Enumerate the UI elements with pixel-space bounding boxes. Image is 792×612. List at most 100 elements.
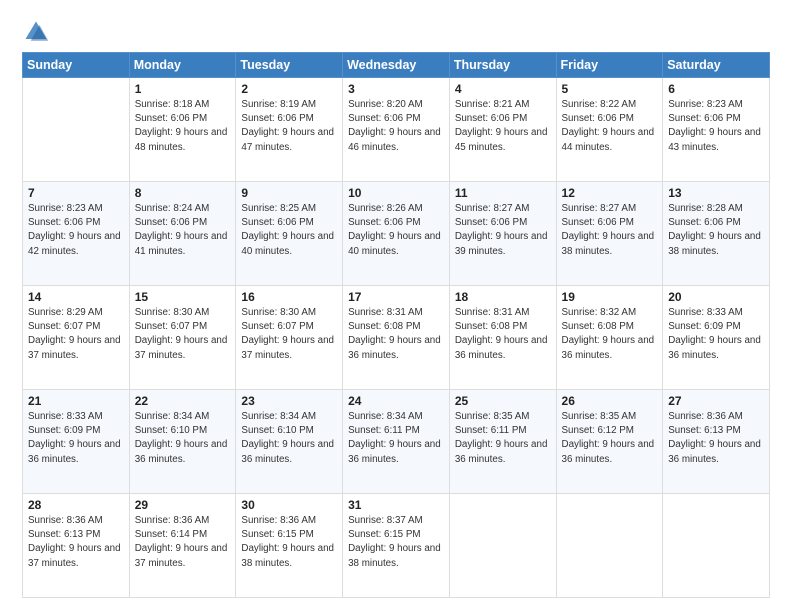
day-info: Sunrise: 8:37 AM Sunset: 6:15 PM Dayligh… (348, 514, 444, 571)
day-info: Sunrise: 8:35 AM Sunset: 6:12 PM Dayligh… (562, 410, 658, 467)
calendar-cell: 22 Sunrise: 8:34 AM Sunset: 6:10 PM Dayli… (129, 390, 236, 494)
calendar-cell: 13Sunrise: 8:28 AM Sunset: 6:06 PM Dayli… (663, 182, 770, 286)
calendar-cell: 24Sunrise: 8:34 AM Sunset: 6:11 PM Dayli… (343, 390, 450, 494)
day-info: Sunrise: 8:34 AM Sunset: 6:11 PM Dayligh… (348, 410, 444, 467)
day-info: Sunrise: 8:36 AM Sunset: 6:13 PM Dayligh… (668, 410, 764, 467)
calendar-cell: 31 Sunrise: 8:37 AM Sunset: 6:15 PM Dayli… (343, 494, 450, 598)
calendar-cell: 27Sunrise: 8:36 AM Sunset: 6:13 PM Dayli… (663, 390, 770, 494)
day-info: Sunrise: 8:32 AM Sunset: 6:08 PM Dayligh… (562, 306, 658, 363)
day-info: Sunrise: 8:26 AM Sunset: 6:06 PM Dayligh… (348, 202, 444, 259)
day-number: 6 (668, 82, 764, 96)
calendar-week-row: 14 Sunrise: 8:29 AM Sunset: 6:07 PM Dayli… (23, 286, 770, 390)
day-number: 28 (28, 498, 124, 512)
day-number: 8 (135, 186, 231, 200)
calendar-cell: 15 Sunrise: 8:30 AM Sunset: 6:07 PM Dayli… (129, 286, 236, 390)
calendar-cell: 18Sunrise: 8:31 AM Sunset: 6:08 PM Dayli… (449, 286, 556, 390)
weekday-header: Wednesday (343, 53, 450, 78)
day-info: Sunrise: 8:30 AM Sunset: 6:07 PM Dayligh… (241, 306, 337, 363)
calendar-cell: 12 Sunrise: 8:27 AM Sunset: 6:06 PM Dayli… (556, 182, 663, 286)
day-number: 30 (241, 498, 337, 512)
day-info: Sunrise: 8:28 AM Sunset: 6:06 PM Dayligh… (668, 202, 764, 259)
logo (22, 18, 54, 46)
day-number: 31 (348, 498, 444, 512)
calendar-cell (556, 494, 663, 598)
day-info: Sunrise: 8:29 AM Sunset: 6:07 PM Dayligh… (28, 306, 124, 363)
calendar-cell (23, 78, 130, 182)
day-info: Sunrise: 8:36 AM Sunset: 6:13 PM Dayligh… (28, 514, 124, 571)
calendar-cell: 29Sunrise: 8:36 AM Sunset: 6:14 PM Dayli… (129, 494, 236, 598)
calendar-cell: 30 Sunrise: 8:36 AM Sunset: 6:15 PM Dayli… (236, 494, 343, 598)
weekday-header: Monday (129, 53, 236, 78)
day-info: Sunrise: 8:19 AM Sunset: 6:06 PM Dayligh… (241, 98, 337, 155)
calendar-cell (663, 494, 770, 598)
day-number: 19 (562, 290, 658, 304)
day-info: Sunrise: 8:31 AM Sunset: 6:08 PM Dayligh… (455, 306, 551, 363)
calendar-cell: 2 Sunrise: 8:19 AM Sunset: 6:06 PM Daylig… (236, 78, 343, 182)
day-number: 26 (562, 394, 658, 408)
calendar-cell: 23Sunrise: 8:34 AM Sunset: 6:10 PM Dayli… (236, 390, 343, 494)
calendar-cell: 7 Sunrise: 8:23 AM Sunset: 6:06 PM Daylig… (23, 182, 130, 286)
day-info: Sunrise: 8:18 AM Sunset: 6:06 PM Dayligh… (135, 98, 231, 155)
day-info: Sunrise: 8:31 AM Sunset: 6:08 PM Dayligh… (348, 306, 444, 363)
day-number: 4 (455, 82, 551, 96)
calendar-cell: 16 Sunrise: 8:30 AM Sunset: 6:07 PM Dayli… (236, 286, 343, 390)
calendar-cell: 8 Sunrise: 8:24 AM Sunset: 6:06 PM Daylig… (129, 182, 236, 286)
calendar-week-row: 1 Sunrise: 8:18 AM Sunset: 6:06 PM Daylig… (23, 78, 770, 182)
day-number: 3 (348, 82, 444, 96)
day-info: Sunrise: 8:34 AM Sunset: 6:10 PM Dayligh… (135, 410, 231, 467)
calendar-week-row: 7 Sunrise: 8:23 AM Sunset: 6:06 PM Daylig… (23, 182, 770, 286)
calendar-header-row: SundayMondayTuesdayWednesdayThursdayFrid… (23, 53, 770, 78)
day-number: 15 (135, 290, 231, 304)
calendar-table: SundayMondayTuesdayWednesdayThursdayFrid… (22, 52, 770, 598)
day-number: 25 (455, 394, 551, 408)
day-number: 10 (348, 186, 444, 200)
day-number: 23 (241, 394, 337, 408)
day-number: 9 (241, 186, 337, 200)
calendar-cell: 5Sunrise: 8:22 AM Sunset: 6:06 PM Daylig… (556, 78, 663, 182)
calendar-week-row: 28 Sunrise: 8:36 AM Sunset: 6:13 PM Dayli… (23, 494, 770, 598)
day-number: 7 (28, 186, 124, 200)
weekday-header: Thursday (449, 53, 556, 78)
calendar-cell: 26 Sunrise: 8:35 AM Sunset: 6:12 PM Dayli… (556, 390, 663, 494)
calendar-cell: 4 Sunrise: 8:21 AM Sunset: 6:06 PM Daylig… (449, 78, 556, 182)
logo-icon (22, 18, 50, 46)
calendar-cell: 6Sunrise: 8:23 AM Sunset: 6:06 PM Daylig… (663, 78, 770, 182)
calendar-cell: 20Sunrise: 8:33 AM Sunset: 6:09 PM Dayli… (663, 286, 770, 390)
day-info: Sunrise: 8:30 AM Sunset: 6:07 PM Dayligh… (135, 306, 231, 363)
calendar-week-row: 21 Sunrise: 8:33 AM Sunset: 6:09 PM Dayli… (23, 390, 770, 494)
day-number: 21 (28, 394, 124, 408)
calendar-cell (449, 494, 556, 598)
day-number: 14 (28, 290, 124, 304)
day-info: Sunrise: 8:23 AM Sunset: 6:06 PM Dayligh… (28, 202, 124, 259)
day-number: 17 (348, 290, 444, 304)
day-number: 20 (668, 290, 764, 304)
day-number: 22 (135, 394, 231, 408)
day-info: Sunrise: 8:33 AM Sunset: 6:09 PM Dayligh… (28, 410, 124, 467)
day-number: 29 (135, 498, 231, 512)
day-info: Sunrise: 8:20 AM Sunset: 6:06 PM Dayligh… (348, 98, 444, 155)
weekday-header: Sunday (23, 53, 130, 78)
calendar-cell: 9 Sunrise: 8:25 AM Sunset: 6:06 PM Daylig… (236, 182, 343, 286)
calendar-cell: 10 Sunrise: 8:26 AM Sunset: 6:06 PM Dayli… (343, 182, 450, 286)
calendar-cell: 28 Sunrise: 8:36 AM Sunset: 6:13 PM Dayli… (23, 494, 130, 598)
header (22, 18, 770, 46)
calendar-cell: 25 Sunrise: 8:35 AM Sunset: 6:11 PM Dayli… (449, 390, 556, 494)
calendar-cell: 11Sunrise: 8:27 AM Sunset: 6:06 PM Dayli… (449, 182, 556, 286)
calendar-cell: 3 Sunrise: 8:20 AM Sunset: 6:06 PM Daylig… (343, 78, 450, 182)
day-number: 12 (562, 186, 658, 200)
weekday-header: Friday (556, 53, 663, 78)
day-info: Sunrise: 8:21 AM Sunset: 6:06 PM Dayligh… (455, 98, 551, 155)
day-number: 2 (241, 82, 337, 96)
day-info: Sunrise: 8:27 AM Sunset: 6:06 PM Dayligh… (562, 202, 658, 259)
day-number: 11 (455, 186, 551, 200)
day-info: Sunrise: 8:36 AM Sunset: 6:15 PM Dayligh… (241, 514, 337, 571)
day-number: 16 (241, 290, 337, 304)
calendar-cell: 19 Sunrise: 8:32 AM Sunset: 6:08 PM Dayli… (556, 286, 663, 390)
day-number: 1 (135, 82, 231, 96)
calendar-cell: 14 Sunrise: 8:29 AM Sunset: 6:07 PM Dayli… (23, 286, 130, 390)
calendar-cell: 17 Sunrise: 8:31 AM Sunset: 6:08 PM Dayli… (343, 286, 450, 390)
day-info: Sunrise: 8:22 AM Sunset: 6:06 PM Dayligh… (562, 98, 658, 155)
day-info: Sunrise: 8:35 AM Sunset: 6:11 PM Dayligh… (455, 410, 551, 467)
day-info: Sunrise: 8:24 AM Sunset: 6:06 PM Dayligh… (135, 202, 231, 259)
day-info: Sunrise: 8:25 AM Sunset: 6:06 PM Dayligh… (241, 202, 337, 259)
